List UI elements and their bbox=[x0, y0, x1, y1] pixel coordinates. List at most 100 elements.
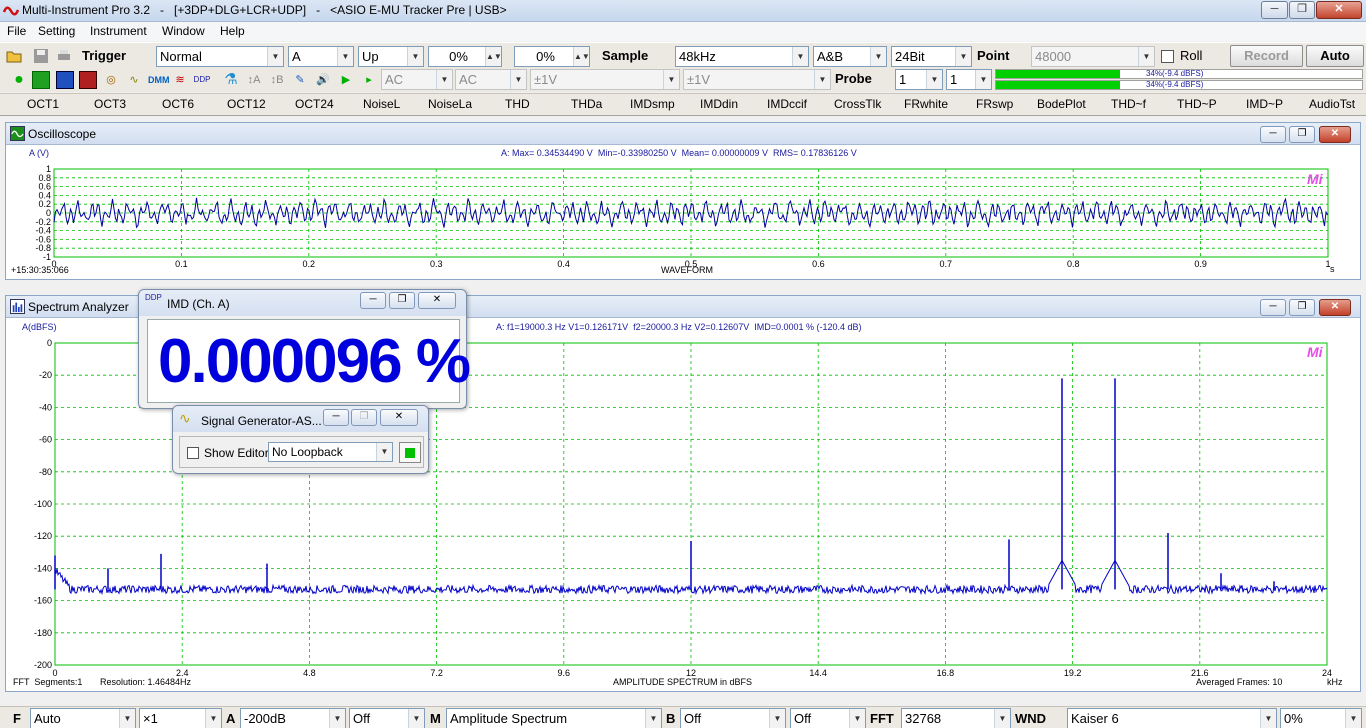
a-mode-select[interactable]: Off ▼ bbox=[349, 708, 425, 728]
overlap-select[interactable]: 0% ▼ bbox=[1280, 708, 1362, 728]
roll-checkbox[interactable] bbox=[1161, 50, 1174, 63]
preset-oct1-button[interactable]: OCT1 bbox=[27, 97, 59, 111]
imd-titlebar[interactable]: DDP IMD (Ch. A) ─ ❐ ✕ bbox=[139, 290, 466, 316]
x-tick-label: 0.6 bbox=[812, 259, 825, 269]
probe-a-select[interactable]: 1 ▼ bbox=[895, 69, 943, 90]
flask-icon[interactable]: ⚗ bbox=[222, 71, 240, 89]
preset-bodeplot-button[interactable]: BodePlot bbox=[1037, 97, 1086, 111]
preset-thd-button[interactable]: THD bbox=[505, 97, 530, 111]
preset-thda-button[interactable]: THDa bbox=[571, 97, 602, 111]
close-button[interactable]: ✕ bbox=[1316, 1, 1362, 19]
imd-minimize-button[interactable]: ─ bbox=[360, 292, 386, 309]
siggen-close-button[interactable]: ✕ bbox=[380, 409, 418, 426]
ddp-icon[interactable]: DDP bbox=[193, 71, 211, 89]
save-icon[interactable] bbox=[33, 48, 49, 64]
channels-select[interactable]: A&B ▼ bbox=[813, 46, 887, 67]
chevron-down-icon: ▼ bbox=[337, 47, 353, 66]
chevron-down-icon: ▼ bbox=[849, 709, 865, 728]
b-range-select[interactable]: Off ▼ bbox=[680, 708, 786, 728]
chevron-down-icon: ▼ bbox=[408, 709, 424, 728]
zoom-select[interactable]: ×1 ▼ bbox=[139, 708, 222, 728]
phase-plot-icon[interactable]: ◎ bbox=[102, 71, 120, 89]
trigger-delay-value: 0% bbox=[536, 49, 555, 64]
level-a-text: 34%(-9.4 dBFS) bbox=[1146, 69, 1204, 78]
cursor-a-icon[interactable]: ↕A bbox=[245, 71, 263, 89]
b-mode-select[interactable]: Off ▼ bbox=[790, 708, 866, 728]
generator-run-button[interactable] bbox=[399, 442, 421, 463]
coupling-a-select[interactable]: AC ▼ bbox=[381, 69, 453, 90]
trigger-mode-select[interactable]: Normal ▼ bbox=[156, 46, 284, 67]
auto-button[interactable]: Auto bbox=[1306, 45, 1364, 67]
siggen-restore-button[interactable]: ❐ bbox=[351, 409, 377, 426]
fft-size-select[interactable]: 32768 ▼ bbox=[901, 708, 1011, 728]
imd-close-button[interactable]: ✕ bbox=[418, 292, 456, 309]
print-icon[interactable] bbox=[56, 48, 72, 64]
oscilloscope-icon[interactable] bbox=[32, 71, 50, 89]
trigger-level-stepper[interactable]: 0% ▲▼ bbox=[428, 46, 502, 67]
speaker-icon[interactable]: 🔊 bbox=[314, 71, 332, 89]
restore-button[interactable]: ❐ bbox=[1289, 1, 1315, 19]
point-select[interactable]: 48000 ▼ bbox=[1031, 46, 1155, 67]
record-button[interactable]: Record bbox=[1230, 45, 1303, 67]
a-range-select[interactable]: -200dB ▼ bbox=[240, 708, 346, 728]
preset-thd-p-button[interactable]: THD~P bbox=[1177, 97, 1217, 111]
dmm-icon[interactable]: DMM bbox=[148, 71, 170, 89]
trigger-delay-stepper[interactable]: 0% ▲▼ bbox=[514, 46, 590, 67]
oscilloscope-plot[interactable]: 10.80.60.40.20-0.2-0.4-0.6-0.8-10 0.1 0.2 0… bbox=[6, 123, 1360, 279]
loopback-select[interactable]: No Loopback ▼ bbox=[268, 442, 393, 462]
menu-setting[interactable]: Setting bbox=[38, 24, 75, 38]
trigger-channel-select[interactable]: A ▼ bbox=[288, 46, 354, 67]
menu-help[interactable]: Help bbox=[220, 24, 245, 38]
menu-file[interactable]: File bbox=[7, 24, 26, 38]
trigger-edge-select[interactable]: Up ▼ bbox=[358, 46, 424, 67]
imd-value: 0.000096 % bbox=[158, 327, 471, 396]
a-mode-value: Off bbox=[353, 711, 371, 726]
play-icon[interactable]: ▶ bbox=[337, 71, 355, 89]
play-once-icon[interactable]: ▸ bbox=[360, 71, 378, 89]
range-b-select[interactable]: ±1V ▼ bbox=[683, 69, 831, 90]
chevron-down-icon: ▼ bbox=[510, 70, 526, 89]
y-tick-label: -60 bbox=[39, 435, 52, 445]
spectrum-analyzer-icon[interactable] bbox=[56, 71, 74, 89]
signal-generator-icon[interactable]: ∿ bbox=[125, 71, 143, 89]
preset-imddin-button[interactable]: IMDdin bbox=[700, 97, 738, 111]
minimize-button[interactable]: ─ bbox=[1261, 1, 1288, 19]
imd-restore-button[interactable]: ❐ bbox=[389, 292, 415, 309]
siggen-minimize-button[interactable]: ─ bbox=[323, 409, 349, 426]
menu-window[interactable]: Window bbox=[162, 24, 205, 38]
open-icon[interactable] bbox=[6, 48, 22, 64]
generator-icon[interactable]: ≋ bbox=[171, 71, 189, 89]
cursor-b-icon[interactable]: ↕B bbox=[268, 71, 286, 89]
preset-noisela-button[interactable]: NoiseLa bbox=[428, 97, 472, 111]
preset-frswp-button[interactable]: FRswp bbox=[976, 97, 1013, 111]
tools-icon[interactable]: ✎ bbox=[291, 71, 309, 89]
f-select[interactable]: Auto ▼ bbox=[30, 708, 136, 728]
run-icon[interactable]: ● bbox=[10, 71, 28, 89]
preset-oct3-button[interactable]: OCT3 bbox=[94, 97, 126, 111]
siggen-title: Signal Generator-AS... bbox=[201, 414, 322, 428]
show-editor-checkbox[interactable] bbox=[187, 447, 199, 459]
siggen-titlebar[interactable]: ∿ Signal Generator-AS... ─ ❐ ✕ bbox=[173, 406, 428, 432]
window-function-select[interactable]: Kaiser 6 ▼ bbox=[1067, 708, 1277, 728]
preset-frwhite-button[interactable]: FRwhite bbox=[904, 97, 948, 111]
oscilloscope-x-unit: s bbox=[1330, 264, 1335, 274]
preset-thd-f-button[interactable]: THD~f bbox=[1111, 97, 1146, 111]
m-select[interactable]: Amplitude Spectrum ▼ bbox=[446, 708, 662, 728]
preset-oct24-button[interactable]: OCT24 bbox=[295, 97, 334, 111]
sample-rate-select[interactable]: 48kHz ▼ bbox=[675, 46, 809, 67]
bit-depth-select[interactable]: 24Bit ▼ bbox=[891, 46, 972, 67]
menu-instrument[interactable]: Instrument bbox=[90, 24, 147, 38]
preset-imdsmp-button[interactable]: IMDsmp bbox=[630, 97, 675, 111]
preset-crosstlk-button[interactable]: CrossTlk bbox=[834, 97, 881, 111]
spectrogram-icon[interactable] bbox=[79, 71, 97, 89]
preset-imd-p-button[interactable]: IMD~P bbox=[1246, 97, 1283, 111]
range-a-select[interactable]: ±1V ▼ bbox=[530, 69, 680, 90]
probe-b-select[interactable]: 1 ▼ bbox=[946, 69, 992, 90]
imd-display: 0.000096 % bbox=[147, 319, 471, 403]
preset-noisel-button[interactable]: NoiseL bbox=[363, 97, 400, 111]
preset-oct12-button[interactable]: OCT12 bbox=[227, 97, 266, 111]
coupling-b-select[interactable]: AC ▼ bbox=[455, 69, 527, 90]
preset-audiotst-button[interactable]: AudioTst bbox=[1309, 97, 1355, 111]
preset-imdccif-button[interactable]: IMDccif bbox=[767, 97, 807, 111]
preset-oct6-button[interactable]: OCT6 bbox=[162, 97, 194, 111]
